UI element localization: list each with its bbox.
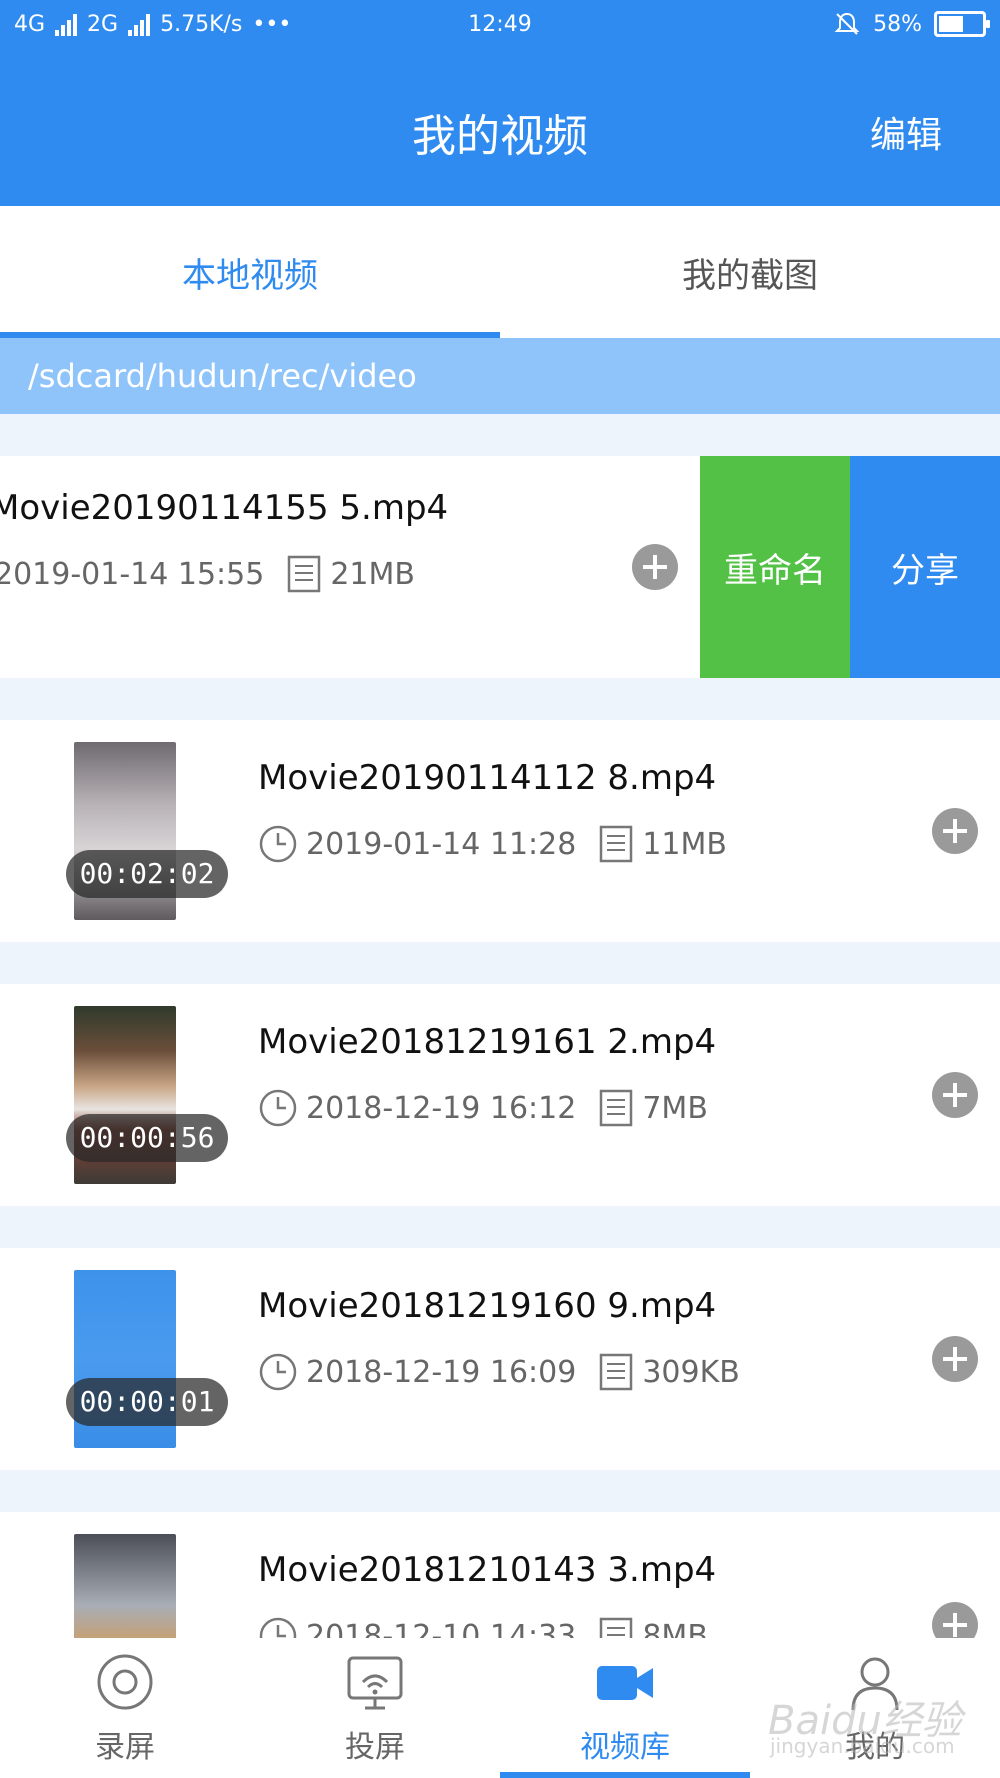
video-meta: 2018-12-10 14:33 8MB (258, 1616, 708, 1638)
share-button[interactable]: 分享 (850, 456, 1000, 678)
tab-bar: 本地视频 我的截图 (0, 206, 1000, 338)
video-size: 8MB (642, 1618, 708, 1639)
edit-button[interactable]: 编辑 (870, 106, 942, 158)
video-meta: 2019-01-14 15:55 21MB (0, 554, 415, 594)
watermark-sub: jingyan.baidu.com (770, 1734, 955, 1758)
video-meta: 2019-01-14 11:28 11MB (258, 824, 727, 864)
video-date: 2018-12-10 14:33 (306, 1618, 577, 1639)
nav-cast[interactable]: 投屏 (250, 1638, 500, 1778)
add-icon[interactable] (932, 1602, 978, 1638)
video-date: 2018-12-19 16:12 (306, 1090, 577, 1126)
app-header: 我的视频 编辑 (0, 50, 1000, 206)
video-size: 21MB (330, 556, 415, 592)
page-title: 我的视频 (412, 111, 588, 162)
status-bar: 4G 2G 5.75K/s ••• 12:49 58% (0, 0, 1000, 50)
video-name: Movie20181219160 9.mp4 (258, 1286, 717, 1326)
video-duration: 00:00:56 (66, 1114, 228, 1162)
list-item[interactable]: Movie20181210143 3.mp4 2018-12-10 14:33 … (0, 1512, 1000, 1638)
add-icon[interactable] (632, 544, 678, 590)
status-bar-right: 58% (833, 10, 990, 38)
nav-video-library-label: 视频库 (580, 1730, 670, 1765)
file-size-icon (600, 1089, 633, 1127)
clock-icon (259, 1089, 297, 1127)
tab-my-screenshots[interactable]: 我的截图 (500, 206, 1000, 338)
video-name: Movie20190114112 8.mp4 (258, 758, 717, 798)
rename-button[interactable]: 重命名 (700, 456, 850, 678)
file-size-icon (600, 1353, 633, 1391)
cast-icon (347, 1656, 403, 1710)
video-size: 7MB (642, 1090, 708, 1126)
file-size-icon (600, 825, 633, 863)
clock-icon (259, 1617, 297, 1638)
video-meta: 2018-12-19 16:09 309KB (258, 1352, 740, 1392)
clock-icon (259, 825, 297, 863)
video-duration: 00:02:02 (66, 850, 228, 898)
video-duration: 00:00:01 (66, 1378, 228, 1426)
video-item-swiped[interactable]: Movie20190114155 5.mp4 2019-01-14 15:55 … (0, 456, 1000, 678)
video-thumbnail[interactable] (74, 1534, 176, 1638)
file-size-icon (288, 555, 321, 593)
battery-fill (939, 16, 963, 32)
list-item[interactable]: 00:02:02 Movie20190114112 8.mp4 2019-01-… (0, 720, 1000, 942)
storage-path: /sdcard/hudun/rec/video (0, 338, 1000, 414)
add-icon[interactable] (932, 1336, 978, 1382)
file-size-icon (600, 1617, 633, 1638)
video-date: 2018-12-19 16:09 (306, 1354, 577, 1390)
record-icon (97, 1654, 153, 1710)
video-name: Movie20190114155 5.mp4 (0, 488, 449, 528)
video-camera-icon (597, 1666, 653, 1700)
video-size: 309KB (642, 1354, 740, 1390)
bell-muted-icon (834, 12, 860, 35)
nav-video-library[interactable]: 视频库 (500, 1638, 750, 1778)
clock-icon (259, 1353, 297, 1391)
battery-icon (934, 11, 990, 37)
video-meta: 2018-12-19 16:12 7MB (258, 1088, 708, 1128)
add-icon[interactable] (932, 1072, 978, 1118)
add-icon[interactable] (932, 808, 978, 854)
list-item[interactable]: 00:00:01 Movie20181219160 9.mp4 2018-12-… (0, 1248, 1000, 1470)
video-name: Movie20181219161 2.mp4 (258, 1022, 717, 1062)
video-date: 2019-01-14 11:28 (306, 826, 577, 862)
video-name: Movie20181210143 3.mp4 (258, 1550, 717, 1590)
list-item[interactable]: 00:00:56 Movie20181219161 2.mp4 2018-12-… (0, 984, 1000, 1206)
nav-cast-label: 投屏 (345, 1730, 405, 1765)
video-date: 2019-01-14 15:55 (0, 556, 265, 592)
nav-record[interactable]: 录屏 (0, 1638, 250, 1778)
video-size: 11MB (642, 826, 727, 862)
tab-local-videos[interactable]: 本地视频 (0, 206, 500, 338)
nav-record-label: 录屏 (95, 1730, 155, 1765)
battery-percent: 58% (873, 11, 922, 37)
